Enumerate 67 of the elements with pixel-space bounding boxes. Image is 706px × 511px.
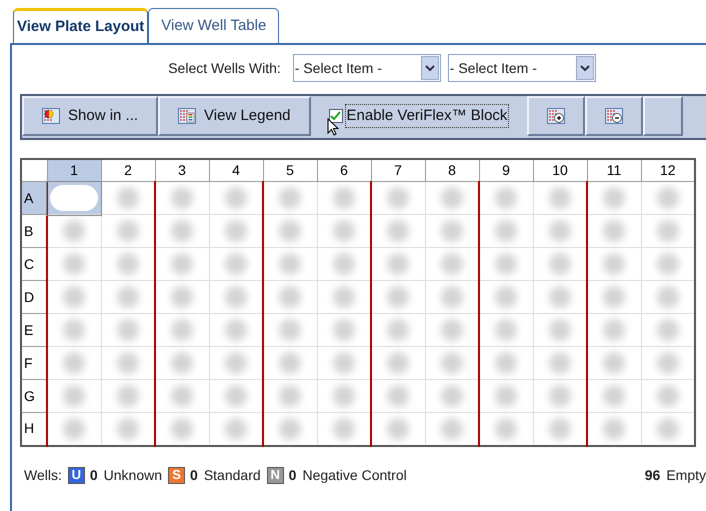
well-type-badge: S (168, 466, 186, 484)
well-type-count: 0 (288, 466, 296, 484)
wells-label: Wells: (24, 466, 62, 484)
zoom-out-button[interactable] (585, 96, 644, 136)
row-header[interactable]: A (21, 182, 47, 214)
column-header[interactable]: 7 (371, 159, 425, 182)
well[interactable] (47, 182, 101, 214)
well-type-label: Standard (204, 466, 261, 484)
tab[interactable]: View Plate Layout (13, 8, 148, 43)
row-header[interactable]: F (21, 346, 47, 380)
corner-cell (21, 159, 47, 182)
legend-icon (178, 108, 196, 124)
well[interactable] (587, 412, 641, 446)
well[interactable] (641, 412, 695, 446)
column-header[interactable]: 2 (101, 159, 155, 182)
column-header[interactable]: 5 (263, 159, 317, 182)
row-header[interactable]: E (21, 314, 47, 346)
empty-label: Empty (666, 466, 706, 485)
well[interactable] (101, 412, 155, 446)
row-header[interactable]: G (21, 380, 47, 412)
column-header[interactable]: 11 (587, 159, 641, 182)
check-icon (330, 111, 342, 121)
checkbox[interactable] (328, 109, 343, 123)
column-header[interactable]: 12 (641, 159, 695, 182)
column-header[interactable]: 8 (425, 159, 479, 182)
well[interactable] (479, 412, 533, 446)
column-header[interactable]: 3 (155, 159, 209, 182)
cursor-icon (326, 118, 339, 136)
row-header[interactable]: H (21, 412, 47, 446)
well[interactable] (101, 182, 155, 214)
empty-count: 96 (644, 466, 660, 484)
well[interactable] (47, 412, 101, 446)
row-header[interactable]: B (21, 214, 47, 248)
well[interactable] (317, 412, 371, 446)
plate-color-icon (42, 108, 60, 124)
well[interactable] (533, 412, 587, 446)
well[interactable] (209, 412, 263, 446)
well[interactable] (425, 412, 479, 446)
well-type-count: 0 (190, 466, 198, 484)
show-in-button[interactable]: Show in ... (22, 96, 158, 136)
toolbar-button[interactable] (643, 96, 684, 136)
well-type-count: 0 (90, 466, 98, 484)
zoom-in-icon (547, 108, 566, 124)
well[interactable] (371, 412, 425, 446)
well[interactable] (155, 412, 209, 446)
chevron-down-icon (576, 56, 594, 80)
select-dropdown[interactable]: - Select Item - (448, 54, 596, 82)
well[interactable] (263, 412, 317, 446)
well-type-label: Negative Control (302, 466, 407, 485)
row-header[interactable]: D (21, 280, 47, 314)
select-dropdown[interactable]: - Select Item - (292, 54, 441, 82)
column-header[interactable]: 9 (479, 159, 533, 182)
zoom-out-icon (605, 108, 624, 124)
well-type-badge: N (266, 466, 284, 484)
column-header[interactable]: 4 (209, 159, 263, 182)
well[interactable] (47, 214, 101, 248)
column-header[interactable]: 1 (47, 159, 101, 182)
select-wells-label: Select Wells With: (168, 58, 281, 78)
column-header[interactable]: 6 (317, 159, 371, 182)
chevron-down-icon (420, 56, 439, 80)
zoom-in-button[interactable] (527, 96, 586, 136)
tab[interactable]: View Well Table (148, 8, 280, 43)
well-type-badge: U (68, 466, 85, 484)
view-legend-button[interactable]: View Legend (158, 96, 311, 136)
well-type-label: Unknown (104, 466, 162, 484)
row-header[interactable]: C (21, 248, 47, 280)
column-header[interactable]: 10 (533, 159, 587, 182)
